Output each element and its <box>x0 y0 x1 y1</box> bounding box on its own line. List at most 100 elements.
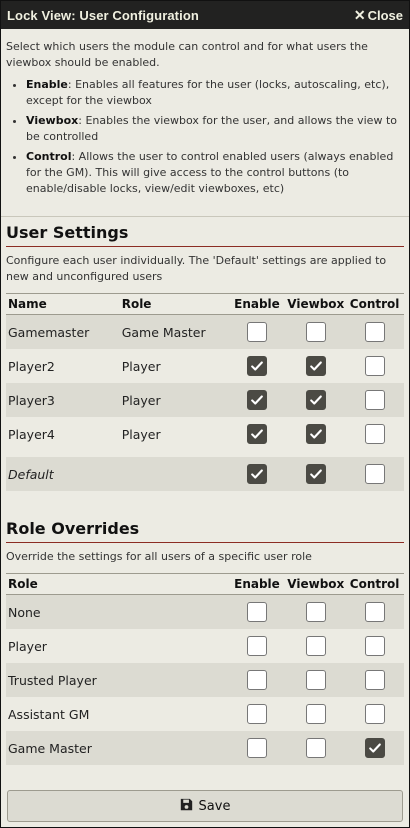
role-name: Trusted Player <box>8 672 97 688</box>
control-checkbox[interactable] <box>364 464 385 484</box>
enable-checkbox[interactable] <box>246 738 267 758</box>
user-role: Game Master <box>121 324 206 340</box>
control-checkbox[interactable] <box>364 738 385 758</box>
viewbox-checkbox[interactable] <box>305 322 326 342</box>
bullet-enable: Enable: Enables all features for the use… <box>26 77 404 109</box>
bullet-desc: : Enables the viewbox for the user, and … <box>26 114 397 143</box>
default-row-container: Default <box>6 457 404 491</box>
role-name: Player <box>8 638 47 654</box>
close-button[interactable]: ✕ Close <box>354 7 403 24</box>
user-name: Player2 <box>8 358 55 374</box>
role-overrides-heading: Role Overrides <box>6 513 404 543</box>
enable-checkbox[interactable] <box>246 602 267 622</box>
close-label: Close <box>367 7 403 23</box>
save-button[interactable]: Save <box>7 790 403 822</box>
viewbox-checkbox[interactable] <box>305 464 326 484</box>
control-cell <box>345 464 404 484</box>
enable-cell <box>228 636 287 656</box>
user-name: Player4 <box>8 426 55 442</box>
role-table-body: None Player Trusted Player Assistant GM Game… <box>6 595 404 765</box>
viewbox-checkbox[interactable] <box>305 390 326 410</box>
control-checkbox[interactable] <box>364 356 385 376</box>
table-row: Player3 Player <box>6 383 404 417</box>
control-cell <box>345 704 404 724</box>
viewbox-cell <box>286 636 345 656</box>
enable-checkbox[interactable] <box>246 636 267 656</box>
control-cell <box>345 670 404 690</box>
user-table-header: Name Role Enable Viewbox Control <box>6 293 404 315</box>
save-label: Save <box>198 798 231 814</box>
role-name: Game Master <box>8 740 92 756</box>
enable-cell <box>228 602 287 622</box>
table-row: Trusted Player <box>6 663 404 697</box>
column-viewbox: Viewbox <box>287 577 345 591</box>
user-settings-description: Configure each user individually. The 'D… <box>6 254 387 283</box>
viewbox-checkbox[interactable] <box>305 670 326 690</box>
enable-checkbox[interactable] <box>246 322 267 342</box>
enable-checkbox[interactable] <box>246 356 267 376</box>
enable-cell <box>228 322 287 342</box>
bullet-desc: : Enables all features for the user (loc… <box>26 78 390 107</box>
control-checkbox[interactable] <box>364 704 385 724</box>
viewbox-cell <box>286 424 345 444</box>
viewbox-cell <box>286 704 345 724</box>
enable-cell <box>228 390 287 410</box>
column-viewbox: Viewbox <box>287 297 345 311</box>
control-cell <box>345 322 404 342</box>
viewbox-checkbox[interactable] <box>305 704 326 724</box>
close-icon: ✕ <box>353 6 366 23</box>
bullet-control: Control: Allows the user to control enab… <box>26 149 404 197</box>
table-row: Player <box>6 629 404 663</box>
bullet-term: Enable <box>26 78 68 91</box>
control-checkbox[interactable] <box>364 390 385 410</box>
control-checkbox[interactable] <box>364 424 385 444</box>
viewbox-cell <box>286 738 345 758</box>
enable-cell <box>228 424 287 444</box>
role-table-header: Role Enable Viewbox Control <box>6 573 404 595</box>
user-table-body: Gamemaster Game Master Player2 Player Player… <box>6 315 404 451</box>
window-content: Select which users the module can contro… <box>1 29 409 765</box>
enable-checkbox[interactable] <box>246 464 267 484</box>
role-overrides-description: Override the settings for all users of a… <box>6 550 312 563</box>
control-checkbox[interactable] <box>364 670 385 690</box>
viewbox-cell <box>286 356 345 376</box>
enable-checkbox[interactable] <box>246 670 267 690</box>
column-role: Role <box>121 297 152 311</box>
control-cell <box>345 356 404 376</box>
intro-bullets: Enable: Enables all features for the use… <box>6 77 404 197</box>
bullet-desc: : Allows the user to control enabled use… <box>26 150 394 195</box>
viewbox-cell <box>286 602 345 622</box>
enable-cell <box>228 356 287 376</box>
viewbox-checkbox[interactable] <box>305 602 326 622</box>
enable-checkbox[interactable] <box>246 390 267 410</box>
viewbox-checkbox[interactable] <box>305 636 326 656</box>
floppy-disk-icon <box>180 798 193 815</box>
viewbox-checkbox[interactable] <box>305 738 326 758</box>
window-titlebar[interactable]: Lock View: User Configuration ✕ Close <box>1 1 409 29</box>
table-row: Assistant GM <box>6 697 404 731</box>
window-title: Lock View: User Configuration <box>7 7 199 23</box>
table-row: Player2 Player <box>6 349 404 383</box>
control-cell <box>345 602 404 622</box>
user-role: Player <box>121 358 161 374</box>
enable-cell <box>228 464 287 484</box>
control-checkbox[interactable] <box>364 636 385 656</box>
config-window: Lock View: User Configuration ✕ Close Se… <box>0 0 410 828</box>
bullet-term: Viewbox <box>26 114 79 127</box>
enable-cell <box>228 670 287 690</box>
control-cell <box>345 390 404 410</box>
enable-checkbox[interactable] <box>246 424 267 444</box>
table-row: Gamemaster Game Master <box>6 315 404 349</box>
enable-checkbox[interactable] <box>246 704 267 724</box>
user-role: Player <box>121 392 161 408</box>
control-checkbox[interactable] <box>364 602 385 622</box>
viewbox-checkbox[interactable] <box>305 424 326 444</box>
control-checkbox[interactable] <box>364 322 385 342</box>
role-name: None <box>8 604 41 620</box>
viewbox-checkbox[interactable] <box>305 356 326 376</box>
column-enable: Enable <box>234 577 280 591</box>
column-name: Name <box>8 297 47 311</box>
table-row: Game Master <box>6 731 404 765</box>
viewbox-cell <box>286 322 345 342</box>
column-enable: Enable <box>234 297 280 311</box>
